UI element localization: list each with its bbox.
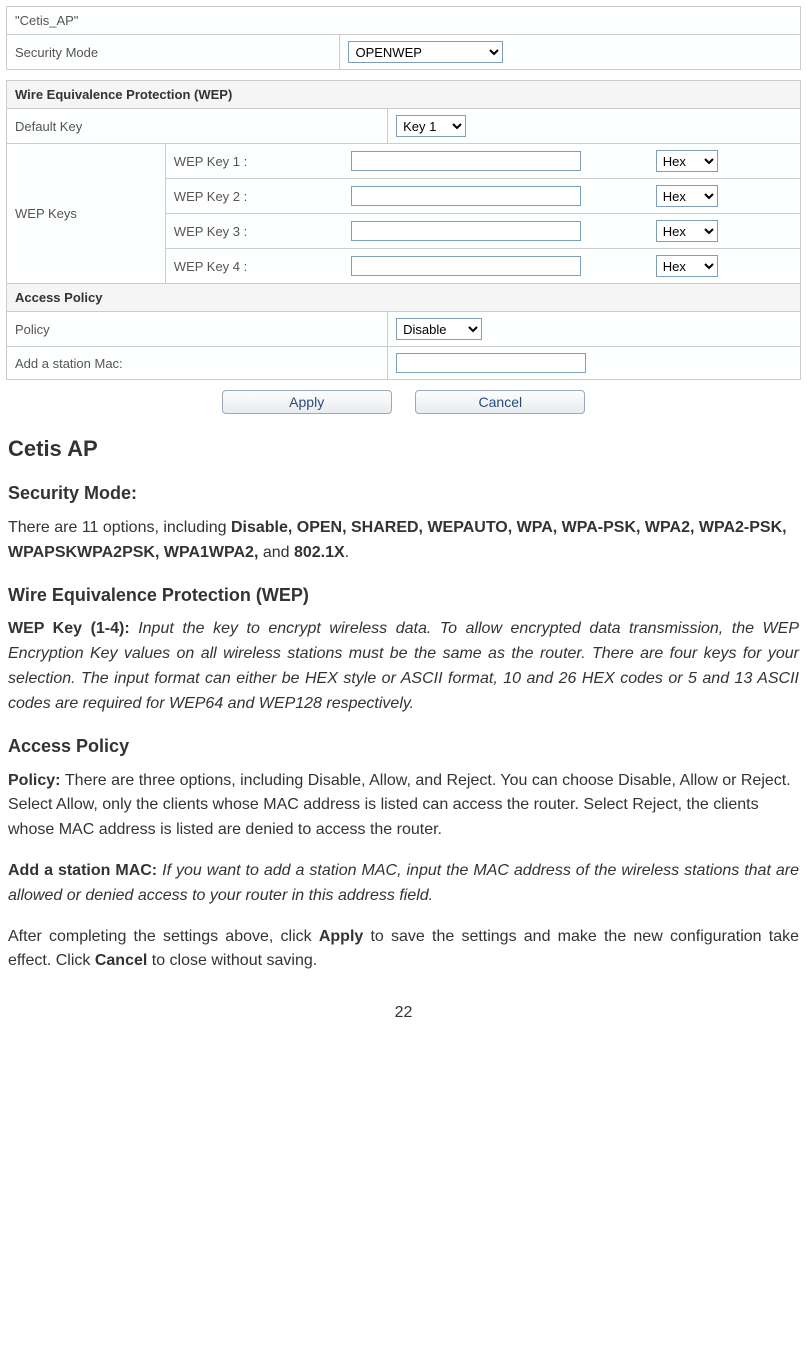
default-key-cell: Key 1 — [388, 109, 801, 144]
page-number: 22 — [6, 1004, 801, 1022]
access-policy-heading: Access Policy — [8, 733, 799, 761]
wep-key-3-fmt-cell: Hex — [648, 214, 800, 249]
wep-key-label-text: WEP Key (1-4): — [8, 620, 138, 637]
wep-key-1-label: WEP Key 1 : — [166, 144, 344, 179]
policy-body: There are three options, including Disab… — [8, 772, 791, 839]
add-station-input[interactable] — [396, 353, 586, 373]
security-mode-cell: OPENWEP — [340, 35, 801, 70]
wep-key-1-fmt-select[interactable]: Hex — [656, 150, 718, 172]
security-mode-table: "Cetis_AP" Security Mode OPENWEP — [6, 6, 801, 70]
wep-key-4-fmt-cell: Hex — [648, 249, 800, 284]
security-mode-label: Security Mode — [7, 35, 340, 70]
policy-label: Policy — [7, 312, 388, 347]
wep-key-2-label: WEP Key 2 : — [166, 179, 344, 214]
cancel-button[interactable]: Cancel — [415, 390, 585, 414]
wep-key-1-input-cell — [343, 144, 647, 179]
access-policy-header: Access Policy — [7, 284, 801, 312]
wep-key-3-input-cell — [343, 214, 647, 249]
wep-key-2-fmt-cell: Hex — [648, 179, 800, 214]
security-mode-heading: Security Mode: — [8, 480, 799, 508]
policy-select[interactable]: Disable — [396, 318, 482, 340]
after-intro: After completing the settings above, cli… — [8, 928, 319, 945]
add-station-cell — [388, 347, 801, 380]
security-mode-select[interactable]: OPENWEP — [348, 41, 503, 63]
wep-key-1-fmt-cell: Hex — [648, 144, 800, 179]
wep-table: Wire Equivalence Protection (WEP) Defaul… — [6, 80, 801, 380]
wep-key-row-3: WEP Key 3 : Hex — [166, 214, 800, 249]
security-mode-paragraph: There are 11 options, including Disable,… — [8, 516, 799, 566]
wep-key-2-input[interactable] — [351, 186, 581, 206]
default-key-label: Default Key — [7, 109, 388, 144]
add-mac-paragraph: Add a station MAC: If you want to add a … — [8, 859, 799, 909]
wep-key-4-input[interactable] — [351, 256, 581, 276]
wep-key-1-input[interactable] — [351, 151, 581, 171]
wep-key-row-4: WEP Key 4 : Hex — [166, 249, 800, 284]
policy-paragraph: Policy: There are three options, includi… — [8, 769, 799, 843]
doc-title: Cetis AP — [8, 432, 799, 466]
after-cancel: Cancel — [95, 952, 147, 969]
wep-section-header: Wire Equivalence Protection (WEP) — [7, 81, 801, 109]
wep-key-3-fmt-select[interactable]: Hex — [656, 220, 718, 242]
sec-mode-period: . — [345, 544, 349, 561]
button-row: Apply Cancel — [6, 390, 801, 414]
wep-key-2-input-cell — [343, 179, 647, 214]
wep-key-4-label: WEP Key 4 : — [166, 249, 344, 284]
wep-keys-nested: WEP Key 1 : Hex WEP Key 2 : — [165, 144, 800, 284]
sec-mode-and: and — [258, 544, 294, 561]
after-apply: Apply — [319, 928, 363, 945]
wep-key-2-fmt-select[interactable]: Hex — [656, 185, 718, 207]
add-station-label: Add a station Mac: — [7, 347, 388, 380]
wep-keys-label: WEP Keys — [7, 144, 166, 284]
wep-keys-inner-table: WEP Key 1 : Hex WEP Key 2 : — [166, 144, 800, 283]
after-tail: to close without saving. — [147, 952, 317, 969]
wep-key-4-input-cell — [343, 249, 647, 284]
wep-key-row-1: WEP Key 1 : Hex — [166, 144, 800, 179]
doc-section: Cetis AP Security Mode: There are 11 opt… — [6, 432, 801, 974]
sec-mode-intro: There are 11 options, including — [8, 519, 231, 536]
wep-key-4-fmt-select[interactable]: Hex — [656, 255, 718, 277]
ap-name-cell: "Cetis_AP" — [7, 7, 801, 35]
wep-heading: Wire Equivalence Protection (WEP) — [8, 582, 799, 610]
after-paragraph: After completing the settings above, cli… — [8, 925, 799, 975]
wep-key-paragraph: WEP Key (1-4): Input the key to encrypt … — [8, 617, 799, 716]
apply-button[interactable]: Apply — [222, 390, 392, 414]
wep-key-3-label: WEP Key 3 : — [166, 214, 344, 249]
default-key-select[interactable]: Key 1 — [396, 115, 466, 137]
wep-key-row-2: WEP Key 2 : Hex — [166, 179, 800, 214]
add-mac-label-text: Add a station MAC: — [8, 862, 162, 879]
policy-cell: Disable — [388, 312, 801, 347]
sec-mode-8021x: 802.1X — [294, 544, 345, 561]
policy-label-text: Policy: — [8, 772, 65, 789]
wep-key-3-input[interactable] — [351, 221, 581, 241]
